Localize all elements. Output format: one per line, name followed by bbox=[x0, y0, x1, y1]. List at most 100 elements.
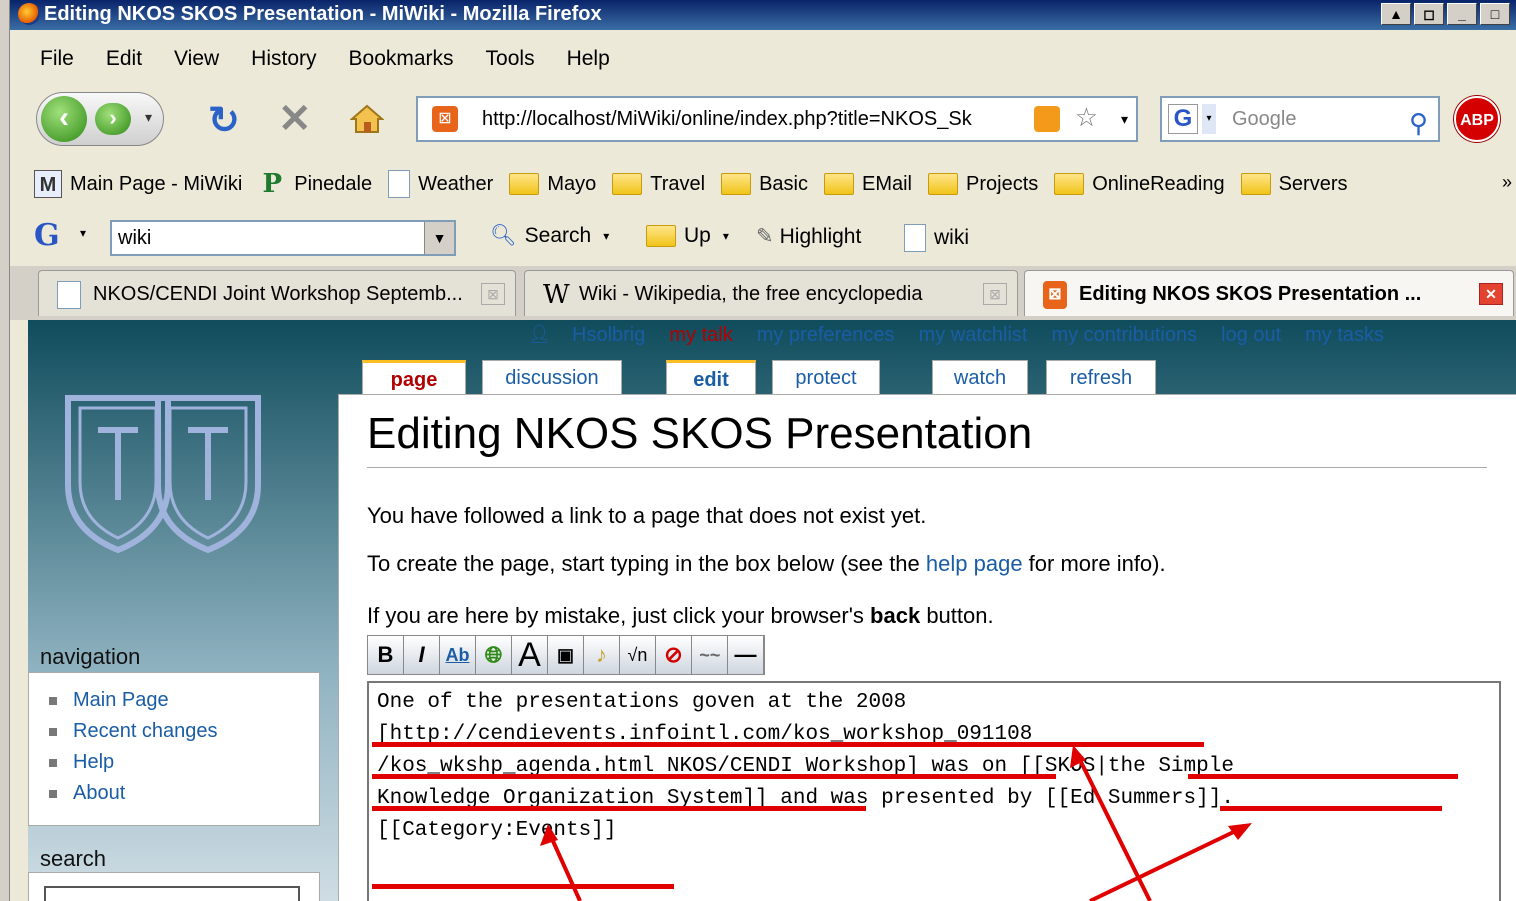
rss-icon[interactable] bbox=[1034, 106, 1060, 132]
bookmarks-overflow-icon[interactable]: » bbox=[1502, 172, 1512, 193]
menu-file[interactable]: File bbox=[40, 47, 74, 71]
google-toolbar-dropdown-icon[interactable]: ▾ bbox=[80, 226, 86, 240]
toolbar-input-dropdown-icon[interactable]: ▼ bbox=[424, 222, 454, 254]
contributions-link[interactable]: my contributions bbox=[1051, 324, 1197, 354]
nav-help[interactable]: Help bbox=[49, 751, 319, 774]
search-placeholder: Google bbox=[1232, 108, 1297, 130]
window-button-pin[interactable]: ◻ bbox=[1414, 3, 1444, 25]
bookmark-folder-basic[interactable]: Basic bbox=[721, 173, 808, 196]
engine-dropdown-icon[interactable]: ▾ bbox=[1202, 104, 1216, 134]
up-dropdown-icon[interactable]: ▾ bbox=[723, 229, 729, 243]
bookmark-pinedale[interactable]: P Pinedale bbox=[258, 170, 372, 198]
toolbar-search-input[interactable]: wiki ▼ bbox=[110, 220, 456, 256]
user-link[interactable]: Hsolbrig bbox=[572, 324, 645, 354]
bookmark-folder-projects[interactable]: Projects bbox=[928, 173, 1038, 196]
bookmark-label: Main Page - MiWiki bbox=[70, 172, 243, 195]
forward-button-icon[interactable]: › bbox=[95, 103, 131, 135]
url-text: http://localhost/MiWiki/online/index.php… bbox=[482, 108, 972, 130]
url-bar[interactable]: ⊠ http://localhost/MiWiki/online/index.p… bbox=[416, 96, 1138, 142]
bookmark-folder-mayo[interactable]: Mayo bbox=[509, 173, 596, 196]
google-toolbar-logo-icon[interactable]: G bbox=[34, 218, 60, 253]
menu-help[interactable]: Help bbox=[567, 47, 610, 71]
annotation-underline-kos bbox=[372, 806, 866, 811]
adblock-button[interactable]: ABP bbox=[1454, 96, 1500, 142]
horizontal-line-icon[interactable]: — bbox=[728, 636, 764, 674]
close-icon[interactable]: ⊠ bbox=[983, 283, 1007, 305]
headline-icon[interactable]: A bbox=[512, 636, 548, 674]
nav-about[interactable]: About bbox=[49, 782, 319, 805]
math-icon[interactable]: √n bbox=[620, 636, 656, 674]
help-page-link[interactable]: help page bbox=[926, 551, 1023, 576]
annotation-underline-skos bbox=[1188, 774, 1458, 779]
tab-editing-nkos[interactable]: ⊠ Editing NKOS SKOS Presentation ... ✕ bbox=[1024, 270, 1514, 316]
toolbar-search-value: wiki bbox=[118, 227, 152, 249]
menu-view[interactable]: View bbox=[174, 47, 219, 71]
logout-link[interactable]: log out bbox=[1221, 324, 1281, 354]
internal-link-icon[interactable]: Ab bbox=[440, 636, 476, 674]
tab-page[interactable]: page bbox=[362, 360, 466, 396]
toolbar-wiki-button[interactable]: wiki bbox=[904, 224, 969, 252]
bold-icon[interactable]: B bbox=[368, 636, 404, 674]
menu-history[interactable]: History bbox=[251, 47, 316, 71]
tab-edit[interactable]: edit bbox=[666, 360, 756, 396]
history-dropdown-icon[interactable]: ▾ bbox=[145, 109, 152, 126]
google-icon[interactable]: G bbox=[1168, 104, 1198, 134]
window-button-minimize[interactable]: _ bbox=[1447, 3, 1477, 25]
menu-bookmarks[interactable]: Bookmarks bbox=[349, 47, 454, 71]
folder-icon bbox=[612, 173, 643, 195]
nav-main-page[interactable]: Main Page bbox=[49, 689, 319, 712]
nowiki-icon[interactable]: ⊘ bbox=[656, 636, 692, 674]
close-icon[interactable]: ✕ bbox=[1479, 283, 1503, 305]
home-icon[interactable] bbox=[350, 104, 384, 134]
bookmark-folder-servers[interactable]: Servers bbox=[1240, 173, 1347, 196]
preferences-link[interactable]: my preferences bbox=[757, 324, 895, 354]
wiki-search-input[interactable] bbox=[44, 886, 300, 901]
tab-wikipedia[interactable]: W Wiki - Wikipedia, the free encyclopedi… bbox=[524, 270, 1018, 316]
search-engine-box[interactable]: G ▾ Google ⚲ bbox=[1160, 96, 1440, 142]
menu-tools[interactable]: Tools bbox=[486, 47, 535, 71]
bookmark-weather[interactable]: Weather bbox=[388, 170, 493, 198]
toolbar-up-label: Up bbox=[684, 224, 711, 247]
toolbar-search-button[interactable]: 🔍︎ Search ▾ bbox=[490, 224, 609, 248]
media-icon[interactable]: ♪ bbox=[584, 636, 620, 674]
external-link-icon[interactable]: 🌐︎ bbox=[476, 636, 512, 674]
window-button-maximize[interactable]: □ bbox=[1480, 3, 1510, 25]
tab-nkos-cendi[interactable]: NKOS/CENDI Joint Workshop Septemb... ⊠ bbox=[38, 270, 516, 316]
bookmark-label: Pinedale bbox=[294, 172, 373, 195]
tasks-link[interactable]: my tasks bbox=[1305, 324, 1384, 354]
folder-icon bbox=[823, 173, 854, 195]
tab-watch[interactable]: watch bbox=[932, 360, 1028, 396]
reload-icon[interactable]: ↻ bbox=[208, 98, 240, 143]
search-magnifier-icon[interactable]: ⚲ bbox=[1409, 102, 1428, 144]
back-button-icon[interactable]: ‹ bbox=[41, 96, 87, 142]
close-icon[interactable]: ⊠ bbox=[481, 283, 505, 305]
toolbar-up-button[interactable]: Up ▾ bbox=[646, 224, 729, 248]
signature-icon[interactable]: ~~ bbox=[692, 636, 728, 674]
search-dropdown-icon[interactable]: ▾ bbox=[603, 229, 609, 243]
watchlist-link[interactable]: my watchlist bbox=[919, 324, 1028, 354]
italic-icon[interactable]: I bbox=[404, 636, 440, 674]
tab-protect[interactable]: protect bbox=[772, 360, 880, 396]
edit-textarea[interactable]: One of the presentations goven at the 20… bbox=[367, 681, 1501, 901]
url-dropdown-icon[interactable]: ▾ bbox=[1121, 98, 1128, 140]
bookmark-main-page[interactable]: M Main Page - MiWiki bbox=[34, 170, 242, 198]
bookmark-folder-travel[interactable]: Travel bbox=[612, 173, 705, 196]
my-talk-link[interactable]: my talk bbox=[669, 324, 732, 354]
bookmark-label: EMail bbox=[861, 172, 912, 195]
window-button-restore[interactable]: ▲ bbox=[1381, 3, 1411, 25]
toolbar-highlight-button[interactable]: ✎ Highlight bbox=[756, 224, 861, 249]
tab-refresh[interactable]: refresh bbox=[1046, 360, 1156, 396]
tab-discussion[interactable]: discussion bbox=[482, 360, 622, 396]
bookmark-label: Weather bbox=[418, 172, 494, 195]
bookmark-folder-email[interactable]: EMail bbox=[823, 172, 912, 196]
up-folder-icon bbox=[646, 225, 676, 247]
image-icon[interactable]: ▣ bbox=[548, 636, 584, 674]
stop-icon[interactable]: ✕ bbox=[278, 96, 312, 142]
textarea-line: One of the presentations goven at the 20… bbox=[377, 691, 907, 714]
menu-edit[interactable]: Edit bbox=[106, 47, 142, 71]
nav-recent-changes[interactable]: Recent changes bbox=[49, 720, 319, 743]
bookmark-label: Projects bbox=[966, 172, 1039, 195]
info-text: for more info). bbox=[1022, 551, 1166, 576]
bookmark-star-icon[interactable]: ☆ bbox=[1075, 102, 1098, 132]
bookmark-folder-onlinereading[interactable]: OnlineReading bbox=[1054, 173, 1225, 196]
